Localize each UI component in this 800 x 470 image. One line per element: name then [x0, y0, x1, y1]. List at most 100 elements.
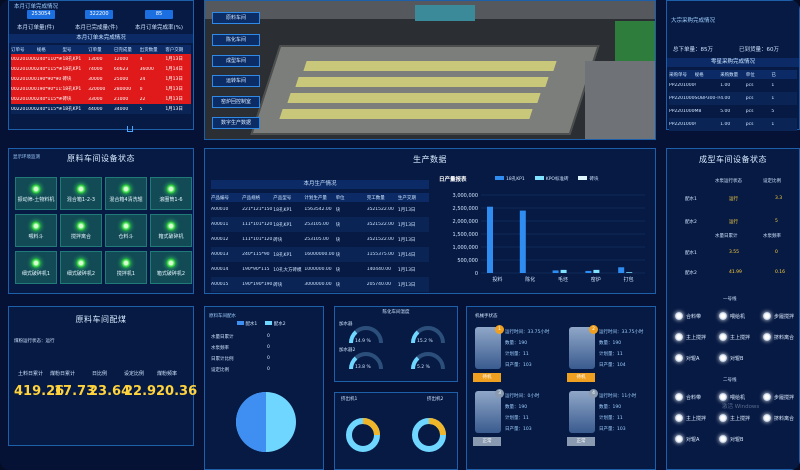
order-cell: 0022010008	[11, 106, 37, 112]
table-row[interactable]: PP220100004SOBP300-TCM4.00 pcs 1	[669, 92, 797, 105]
kpi-label-2: 本月已完成量(件)	[75, 25, 118, 31]
corner-mark	[127, 126, 133, 132]
procurement-cell: /	[694, 122, 697, 127]
chart-bar[interactable]	[519, 210, 526, 273]
factory-3d-view[interactable]	[204, 0, 656, 140]
nav-raw[interactable]: 原料车间	[212, 12, 260, 24]
equipment-tile[interactable]: 混合箱1-2-3	[60, 177, 102, 210]
table-row[interactable]: A00010 221*121*150 18孔KP1 1563542.00 块 352152…	[211, 202, 429, 217]
raw-label-5: 煤粉频率	[157, 371, 178, 377]
forming-r3-c: 0	[775, 250, 778, 255]
status-light-icon	[121, 221, 131, 231]
order-cell: 18孔KP1	[62, 67, 82, 72]
nav-forming[interactable]: 成型车间	[212, 55, 260, 67]
equipment-tile[interactable]: 细式破碎机2	[60, 251, 102, 284]
production-cell: 111*101*120	[242, 237, 273, 242]
equipment-tile[interactable]: 搅拌机1	[105, 251, 147, 284]
indicator-lamp-icon	[763, 414, 771, 422]
equipment-label: 搅拌离合	[70, 234, 91, 240]
robot-daily: 日产量：103	[599, 427, 626, 432]
order-header-cell: 已完成量	[113, 47, 132, 53]
table-row[interactable]: A00013 240*115*90 18孔KP1 16000000.00 块 115537…	[211, 247, 429, 262]
equipment-tile[interactable]: 混合箱4清洗辊	[105, 177, 147, 210]
chart-bar[interactable]	[593, 269, 600, 273]
equipment-tile[interactable]: 搅拌离合	[60, 214, 102, 247]
lamp-label: 主上搅拌	[686, 416, 707, 422]
order-cell: 74000	[88, 66, 103, 72]
table-row[interactable]: A00012 111*101*120 砖块 253105.00 块 3521522.00 1…	[211, 232, 429, 247]
order-cell: 0022010006	[11, 86, 37, 92]
lamp-label: 步履搅拌	[774, 395, 795, 401]
robot-card[interactable]: 4 正常 运行时间：11小时 数量：190 计划量：11 日产量：103	[567, 389, 653, 451]
kpi-rate: 85	[145, 10, 173, 19]
table-row[interactable]: PP220100005M8 5.00 pcs 5	[669, 105, 797, 118]
table-row[interactable]: 0022010007240*115*90砖块 33000 21000 22 1月13日	[11, 94, 191, 104]
equipment-label: 箱式破碎机	[158, 234, 184, 240]
procurement-cell: 5.00	[720, 109, 731, 114]
status-light-icon	[166, 221, 176, 231]
chart-plot: 3,000,000 2,500,000 2,000,000 1,500,000 1,00…	[453, 193, 645, 283]
table-row[interactable]: PP220100001/ 1.00 pcs 1	[669, 79, 797, 92]
procurement-cell: 1.00	[720, 83, 731, 88]
chart-bar[interactable]	[552, 270, 559, 273]
robot-card[interactable]: 1 待机 运行时间：33.75小时 数量：190 计划量：11 日产量：103	[473, 325, 559, 387]
equipment-tile[interactable]: 振动筛-土物料机	[15, 177, 57, 210]
table-row[interactable]: 0022010006190*90*11518孔KP1 320000 280000 0 1…	[11, 84, 191, 94]
procurement-cell: /	[694, 83, 697, 88]
table-row[interactable]: 0022010003240*110*9018孔KP1 13000 12000 4 1月1…	[11, 54, 191, 64]
indicator-lamp-icon	[719, 393, 727, 401]
lamp-label: 喂给机	[730, 314, 746, 320]
equipment-label: 细式破碎机2	[66, 271, 96, 277]
lamp-label: 主上搅拌	[730, 416, 751, 422]
equipment-tile[interactable]: 仓料斗	[105, 214, 147, 247]
nav-kiln[interactable]: 窑炉回控制室	[212, 96, 260, 108]
order-cell: 33000	[88, 96, 103, 102]
table-row[interactable]: A00014 190*90*115 10孔大方砖模 1000000.00 块 140440…	[211, 262, 429, 277]
production-cell: 块	[335, 207, 341, 213]
nav-aging[interactable]: 陈化车间	[212, 34, 260, 46]
procurement-cell: pcs	[745, 83, 754, 88]
nav-transfer[interactable]: 运转车间	[212, 75, 260, 87]
table-row[interactable]: A00015 190*190*190 砖块 3000000.00 块 205740.00 1…	[211, 277, 429, 292]
raw-label-3: 日比例	[92, 371, 108, 377]
order-cell: 1月13日	[165, 57, 183, 62]
equipment-label: 滚圈筒1-6	[159, 197, 183, 203]
equipment-tile[interactable]: 细式破碎机1	[15, 251, 57, 284]
equipment-tile[interactable]: 箱式破碎机	[150, 214, 192, 247]
chart-bar[interactable]	[626, 272, 633, 273]
equipment-tile[interactable]: 滚圈筒1-6	[150, 177, 192, 210]
order-cell: 1月13日	[165, 87, 183, 92]
equipment-tile[interactable]: 喂料斗	[15, 214, 57, 247]
robot-status-badge: 正常	[473, 437, 501, 446]
legend-swatch	[578, 176, 588, 180]
water-label-4: 设定比例	[211, 368, 229, 373]
robot-card[interactable]: 2 待机 运行时间：33.75小时 数量：190 计划量：11 日产量：104	[567, 325, 653, 387]
forming-h4: 水泵频率	[763, 234, 781, 239]
order-table-header: 订单号 规格 型号 订单量 已完成量 出货数量 客户交期	[11, 45, 191, 54]
robot-status-badge: 待机	[567, 373, 595, 382]
order-header-cell: 型号	[62, 47, 72, 53]
chart-bar[interactable]	[560, 269, 567, 273]
chart-bar[interactable]	[618, 267, 625, 273]
equipment-tile[interactable]: 箱式破碎机2	[150, 251, 192, 284]
forming-r2-a: 配水2	[685, 220, 697, 225]
robot-card[interactable]: 3 正常 运行时间：0小时 数量：190 计划量：11 日产量：103	[473, 389, 559, 451]
forming-r3-b: 3.55	[729, 250, 740, 255]
kpi-label-1: 本月订单量(件)	[17, 25, 55, 31]
forming-h1: 水泵运行状态	[715, 179, 742, 184]
production-cell: 1月13日	[397, 267, 416, 273]
y-tick-label: 0	[475, 271, 478, 277]
order-cell: 5	[139, 106, 143, 112]
chart-bar[interactable]	[585, 270, 592, 273]
chart-bar[interactable]	[487, 206, 493, 273]
nav-data[interactable]: 数字生产数据	[212, 117, 260, 129]
gauge-value: 13.8 %	[355, 365, 371, 370]
table-row[interactable]: A00011 111*101*120 18孔KP1 253105.00 块 3521522…	[211, 217, 429, 232]
table-row[interactable]: PP220100006/ 1.00 pcs 1	[669, 118, 797, 131]
forming-r2-b: 运行	[729, 220, 738, 225]
table-row[interactable]: 0022010004240*115*9018孔KP1 74000 60623 3600…	[11, 64, 191, 74]
table-row[interactable]: 0022010005190*90*90砖块 30000 25000 24 1月13日	[11, 74, 191, 84]
legend-water-1: 配水1	[237, 321, 257, 327]
lamp-label: 合料带	[686, 395, 702, 401]
table-row[interactable]: 0022010008240*115*9018孔KP1 44000 34000 5 1月1…	[11, 104, 191, 114]
